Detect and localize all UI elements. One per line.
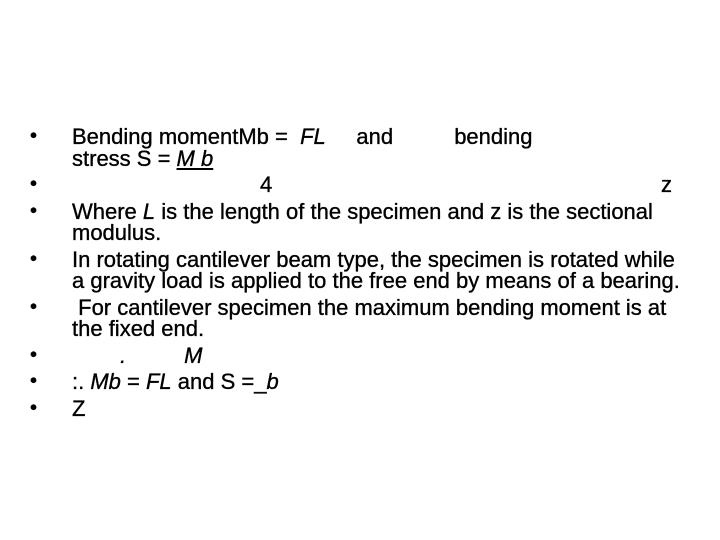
mb-equals: Mb = bbox=[238, 124, 294, 149]
fl-term: FL bbox=[300, 124, 326, 149]
therefore-symbol: :. bbox=[72, 369, 91, 394]
text: In rotating cantilever beam type, the sp… bbox=[72, 246, 680, 293]
bullet-therefore: :. Mb = FL and S =_b bbox=[30, 369, 680, 394]
mb-fraction-numerator: M b bbox=[176, 145, 214, 171]
denominator-z: z bbox=[661, 172, 672, 197]
slide: Bending momentMb = FL and bending stress… bbox=[0, 0, 720, 540]
bullet-list: Bending momentMb = FL and bending stress… bbox=[30, 124, 680, 424]
bullet-dot-m: .M bbox=[30, 342, 680, 368]
bullet-rotating-cantilever: In rotating cantilever beam type, the sp… bbox=[30, 246, 680, 293]
text: For cantilever specimen the maximum bend… bbox=[72, 294, 673, 341]
mb-term: Mb bbox=[90, 369, 121, 394]
and-word: and bbox=[356, 124, 394, 149]
fl-term: FL bbox=[145, 369, 172, 394]
text: = bbox=[120, 369, 146, 394]
bullet-denominators: 4 z bbox=[30, 174, 680, 196]
stress-label: stress S = bbox=[72, 145, 177, 171]
dot: . bbox=[120, 342, 127, 368]
bullet-z: Z bbox=[30, 395, 680, 421]
z-denominator: Z bbox=[72, 395, 86, 421]
bending-word: bending bbox=[454, 124, 533, 149]
denominator-4: 4 bbox=[260, 172, 273, 197]
b-term: b bbox=[266, 369, 279, 394]
text: is the length of the specimen and z is t… bbox=[72, 198, 653, 245]
bullet-where: Where L is the length of the specimen an… bbox=[30, 198, 680, 245]
m-numerator: M bbox=[184, 342, 203, 368]
bullet-bending-moment: Bending momentMb = FL and bending stress… bbox=[30, 124, 680, 171]
bullet-max-moment: For cantilever specimen the maximum bend… bbox=[30, 294, 680, 341]
text: and S =_ bbox=[171, 369, 267, 394]
